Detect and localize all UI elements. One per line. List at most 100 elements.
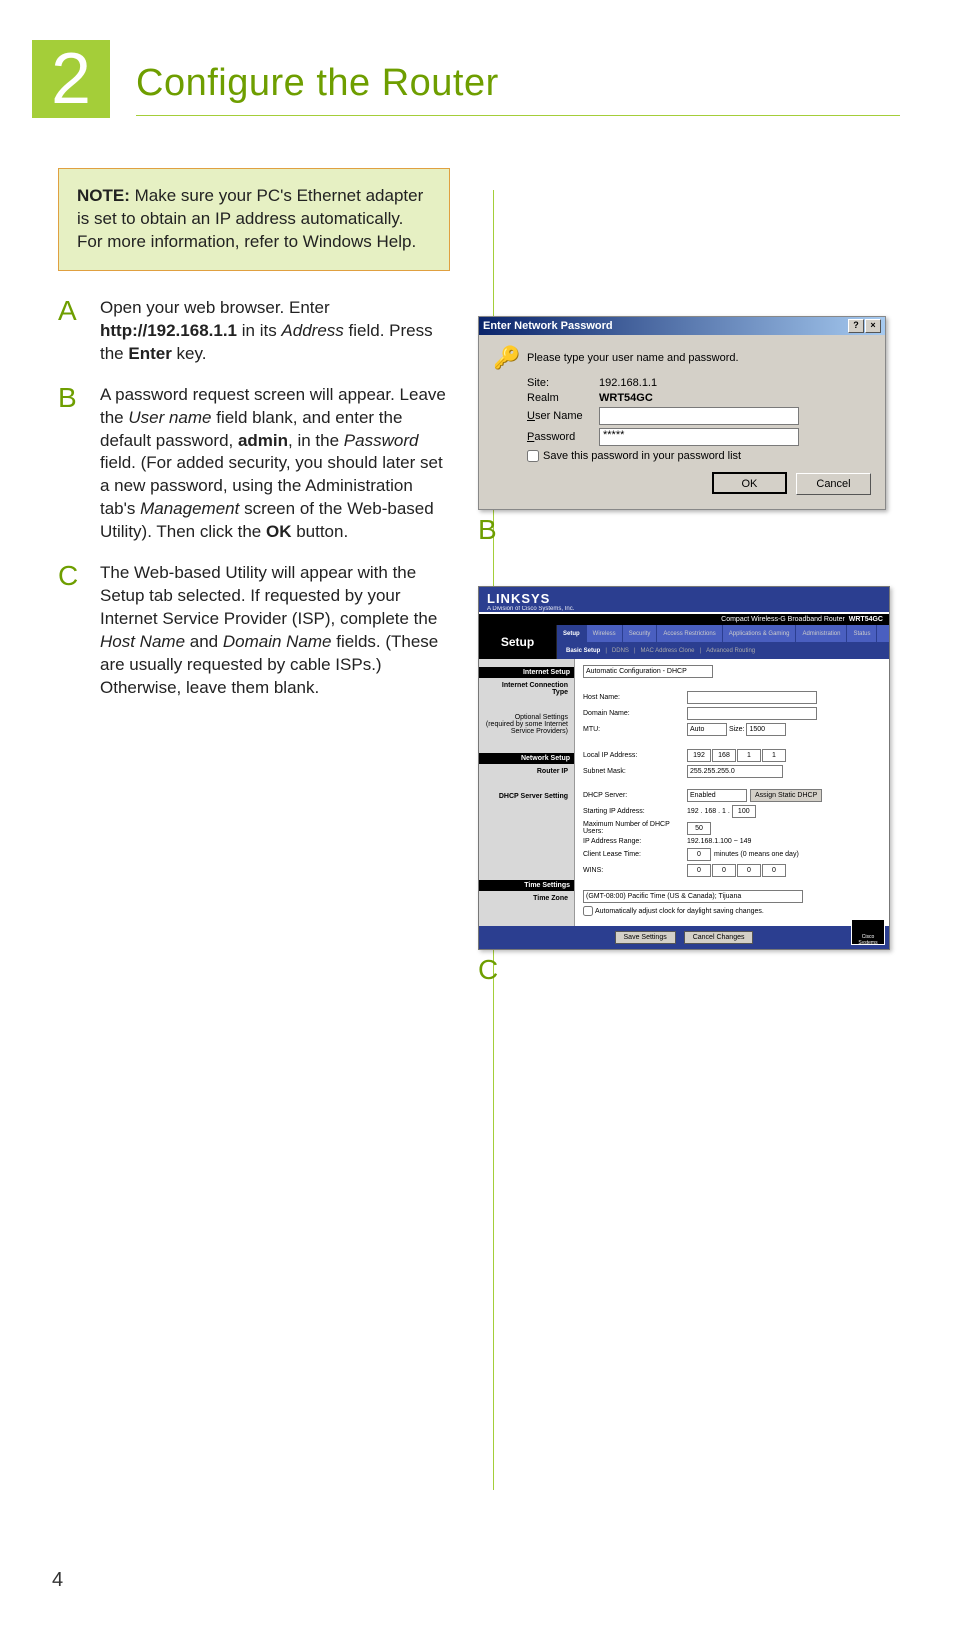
side-routerip: Router IP	[485, 768, 568, 775]
dhcp-select[interactable]: Enabled	[687, 789, 747, 802]
step-b: B A password request screen will appear.…	[50, 384, 450, 545]
cancel-changes-button[interactable]: Cancel Changes	[684, 931, 754, 944]
ip-oct1[interactable]: 192	[687, 749, 711, 762]
save-password-checkbox[interactable]: Save this password in your password list	[527, 450, 871, 462]
subnet-select[interactable]: 255.255.255.0	[687, 765, 783, 778]
ok-button[interactable]: OK	[712, 472, 787, 494]
page-number: 4	[52, 1569, 63, 1592]
figure-b: Enter Network Password ? × 🔑 Please type…	[478, 316, 898, 546]
host-label: Host Name:	[583, 694, 687, 701]
cisco-logo: Cisco Systems	[851, 919, 885, 945]
startip-label: Starting IP Address:	[583, 808, 687, 815]
password-input[interactable]: *****	[599, 428, 799, 446]
dst-checkbox[interactable]	[583, 906, 593, 916]
cancel-button[interactable]: Cancel	[796, 473, 871, 495]
side-conn-type: Internet Connection Type	[485, 682, 568, 696]
password-dialog: Enter Network Password ? × 🔑 Please type…	[478, 316, 886, 510]
step-b-body: A password request screen will appear. L…	[100, 384, 450, 545]
model-name: WRT54GC	[849, 616, 883, 623]
host-input[interactable]	[687, 691, 817, 704]
username-label: UUser Nameser Name	[527, 410, 599, 422]
title-rule	[136, 115, 900, 116]
side-timezone: Time Zone	[485, 895, 568, 902]
ip-oct4[interactable]: 1	[762, 749, 786, 762]
figure-c: LINKSYS A Division of Cisco Systems, Inc…	[478, 586, 898, 986]
tab-access[interactable]: Access Restrictions	[657, 625, 722, 642]
step-c-body: The Web-based Utility will appear with t…	[100, 562, 450, 700]
page-title: Configure the Router	[136, 62, 900, 105]
setup-utility-window: LINKSYS A Division of Cisco Systems, Inc…	[478, 586, 890, 950]
subtab-ddns[interactable]: DDNS	[607, 648, 634, 654]
maxusers-input[interactable]: 50	[687, 822, 711, 835]
realm-label: Realm	[527, 392, 599, 404]
step-letter-c: C	[58, 562, 82, 700]
tab-setup-main[interactable]: Setup	[479, 625, 557, 659]
dialog-title: Enter Network Password	[483, 320, 613, 332]
step-letter-a: A	[58, 297, 82, 366]
page-header: 2 Configure the Router	[50, 50, 900, 128]
setup-form: Automatic Configuration - DHCP Host Name…	[575, 659, 889, 926]
site-label: Site:	[527, 377, 599, 389]
figure-b-label: B	[478, 514, 898, 546]
step-number-badge: 2	[32, 40, 110, 118]
tab-status[interactable]: Status	[847, 625, 877, 642]
ip-oct2[interactable]: 168	[712, 749, 736, 762]
domain-input[interactable]	[687, 707, 817, 720]
assign-static-button[interactable]: Assign Static DHCP	[750, 789, 822, 802]
startip-input[interactable]: 100	[732, 805, 756, 818]
secondary-tabs: Basic Setup| DDNS| MAC Address Clone| Ad…	[557, 642, 889, 659]
tab-wireless[interactable]: Wireless	[587, 625, 623, 642]
maxusers-label: Maximum Number of DHCP Users:	[583, 821, 687, 835]
side-optional: Optional Settings (required by some Inte…	[485, 714, 568, 735]
password-label: Password	[527, 431, 599, 443]
conn-type-select[interactable]: Automatic Configuration - DHCP	[583, 665, 713, 678]
dialog-message: Please type your user name and password.	[527, 352, 871, 364]
primary-tabs: Setup Wireless Security Access Restricti…	[557, 625, 889, 642]
dst-label: Automatically adjust clock for daylight …	[595, 908, 764, 915]
site-value: 192.168.1.1	[599, 377, 871, 389]
subtab-basic[interactable]: Basic Setup	[561, 648, 605, 654]
note-box: NOTE: Make sure your PC's Ethernet adapt…	[58, 168, 450, 271]
wins1[interactable]: 0	[687, 864, 711, 877]
save-settings-button[interactable]: Save Settings	[615, 931, 676, 944]
mtu-size-input[interactable]: 1500	[746, 723, 786, 736]
range-value: 192.168.1.100 ~ 149	[687, 838, 751, 845]
wins3[interactable]: 0	[737, 864, 761, 877]
tab-security[interactable]: Security	[623, 625, 658, 642]
localip-label: Local IP Address:	[583, 752, 687, 759]
subtab-routing[interactable]: Advanced Routing	[701, 648, 760, 654]
note-label: NOTE:	[77, 186, 130, 205]
step-letter-b: B	[58, 384, 82, 545]
ip-oct3[interactable]: 1	[737, 749, 761, 762]
mtu-mode-select[interactable]: Auto	[687, 723, 727, 736]
timezone-select[interactable]: (GMT-08:00) Pacific Time (US & Canada); …	[583, 890, 803, 903]
tab-admin[interactable]: Administration	[796, 625, 847, 642]
section-internet: Internet Setup	[479, 667, 574, 678]
wins-label: WINS:	[583, 867, 687, 874]
tab-apps[interactable]: Applications & Gaming	[723, 625, 797, 642]
brand-subtitle: A Division of Cisco Systems, Inc.	[487, 606, 881, 612]
step-a-body: Open your web browser. Enter http://192.…	[100, 297, 450, 366]
wins2[interactable]: 0	[712, 864, 736, 877]
setup-sidebar: Internet Setup Internet Connection Type …	[479, 659, 575, 926]
lease-input[interactable]: 0	[687, 848, 711, 861]
close-icon[interactable]: ×	[865, 319, 881, 333]
step-a: A Open your web browser. Enter http://19…	[50, 297, 450, 366]
realm-value: WRT54GC	[599, 392, 871, 404]
dhcp-label: DHCP Server:	[583, 792, 687, 799]
tab-setup[interactable]: Setup	[557, 625, 587, 642]
brand-logo: LINKSYS	[487, 591, 881, 606]
section-time: Time Settings	[479, 880, 574, 891]
lease-label: Client Lease Time:	[583, 851, 687, 858]
help-icon[interactable]: ?	[848, 319, 864, 333]
subnet-label: Subnet Mask:	[583, 768, 687, 775]
product-name: Compact Wireless-G Broadband Router	[721, 616, 845, 623]
figure-c-label: C	[478, 954, 898, 986]
range-label: IP Address Range:	[583, 838, 687, 845]
subtab-mac[interactable]: MAC Address Clone	[636, 648, 700, 654]
wins4[interactable]: 0	[762, 864, 786, 877]
side-dhcp: DHCP Server Setting	[485, 793, 568, 800]
save-password-box[interactable]	[527, 450, 539, 462]
dialog-titlebar: Enter Network Password ? ×	[479, 317, 885, 335]
username-input[interactable]	[599, 407, 799, 425]
